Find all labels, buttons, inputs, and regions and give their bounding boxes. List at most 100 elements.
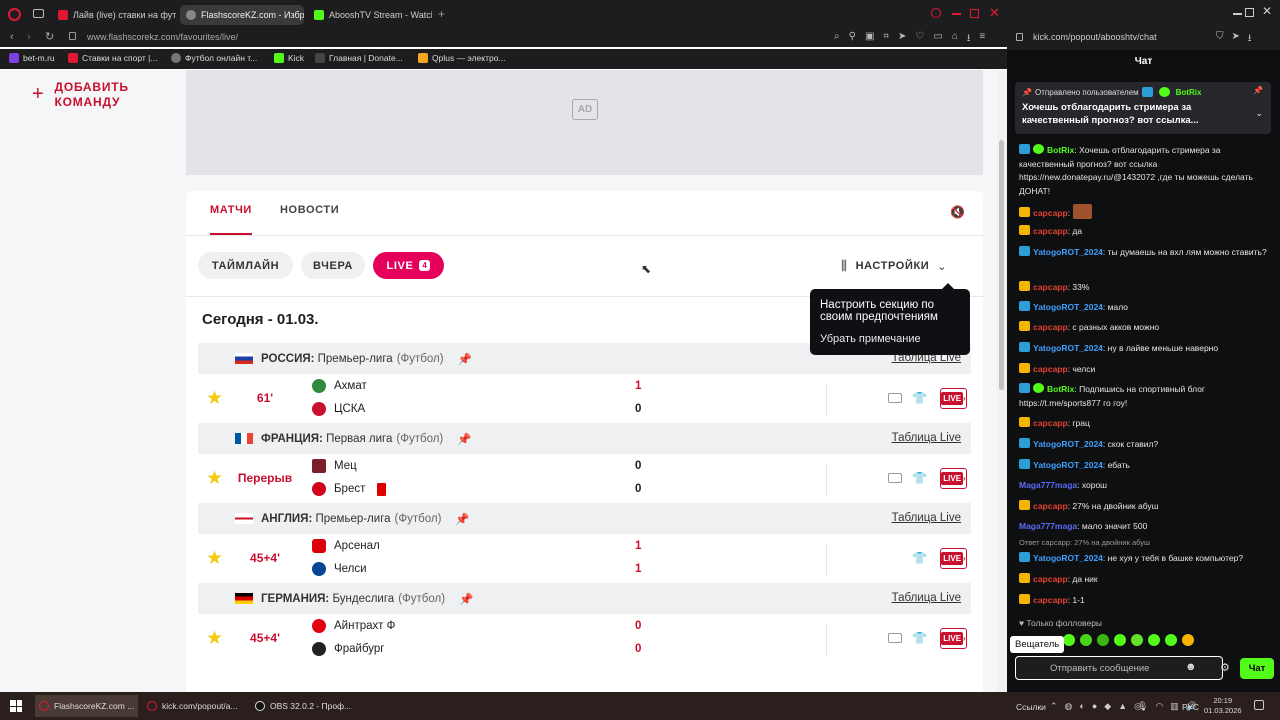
bookmark-qplus[interactable]: Qplus — электро...	[418, 53, 506, 63]
tab-islands-icon[interactable]	[33, 9, 44, 18]
tray-icon[interactable]: ◆	[1104, 701, 1111, 712]
tray-icon[interactable]: ◍	[1065, 701, 1073, 712]
lineup-shirt-icon[interactable]: 👕	[912, 631, 927, 645]
live-stream-button[interactable]: LIVE ›	[940, 628, 967, 649]
chat-username[interactable]: сарсарр	[1033, 595, 1068, 605]
tray-icon[interactable]: ◐	[1079, 701, 1084, 712]
mic-icon[interactable]: 🎙	[1137, 701, 1148, 712]
chat-username[interactable]: YatogoROT_2024	[1033, 460, 1103, 470]
new-tab-icon[interactable]: +	[438, 7, 445, 21]
chat-username[interactable]: Maga777maga	[1019, 480, 1077, 490]
emote-icon[interactable]	[1063, 634, 1075, 646]
chat-username[interactable]: YatogoROT_2024	[1033, 553, 1103, 563]
bookmark-kick[interactable]: Kick	[274, 53, 304, 63]
tooltip-dismiss-link[interactable]: Убрать примечание	[820, 333, 921, 345]
back-icon[interactable]: ‹	[10, 31, 14, 43]
sound-muted-icon[interactable]: 🔇	[950, 205, 965, 219]
tab-news[interactable]: НОВОСТИ	[280, 204, 339, 216]
bookmark-bets[interactable]: Ставки на спорт |...	[68, 53, 157, 63]
chevron-down-icon[interactable]: ⌄	[1255, 108, 1263, 119]
lineup-shirt-icon[interactable]: 👕	[912, 471, 927, 485]
notifications-icon[interactable]	[1254, 700, 1264, 710]
filter-yesterday[interactable]: ВЧЕРА	[301, 252, 365, 279]
tab-abooshtv[interactable]: AbooshTV Stream - Watch	[308, 5, 432, 25]
pin-icon[interactable]: 📌	[459, 592, 473, 606]
chat-username[interactable]: сарсарр	[1033, 574, 1068, 584]
table-live-link[interactable]: Таблица Live	[892, 512, 961, 524]
star-icon[interactable]: ★	[206, 469, 223, 488]
minimize-icon[interactable]	[1233, 13, 1242, 15]
tv-icon[interactable]	[888, 633, 902, 643]
account-icon[interactable]: ⌂	[952, 31, 958, 48]
chat-username[interactable]: сарсарр	[1033, 322, 1068, 332]
taskbar-flashscore[interactable]: FlashscoreKZ.com ...	[35, 695, 138, 717]
opera-logo-icon[interactable]	[8, 8, 21, 21]
pin-icon[interactable]: ⚲	[849, 31, 856, 48]
taskbar-kick[interactable]: kick.com/popout/a...	[143, 695, 246, 717]
chat-username[interactable]: сарсарр	[1033, 282, 1068, 292]
chat-username[interactable]: BotRix	[1047, 145, 1074, 155]
url-field[interactable]: www.flashscorekz.com/favourites/live/	[87, 32, 238, 42]
pin-icon[interactable]: 📌	[455, 512, 469, 526]
table-live-link[interactable]: Таблица Live	[892, 592, 961, 604]
scrollbar-thumb[interactable]	[999, 140, 1004, 390]
language-indicator[interactable]: РУС	[1182, 702, 1199, 712]
heart-icon[interactable]: ♡	[915, 31, 924, 48]
chat-username[interactable]: сарсарр	[1033, 364, 1068, 374]
emote-icon[interactable]	[1182, 634, 1194, 646]
emote-icon[interactable]	[1165, 634, 1177, 646]
download-icon[interactable]: ⭳	[967, 31, 971, 48]
send-icon[interactable]: ➤	[1232, 31, 1240, 48]
maximize-icon[interactable]	[970, 9, 979, 18]
close-icon[interactable]: ✕	[1262, 4, 1272, 18]
chat-username[interactable]: сарсарр	[1033, 226, 1068, 236]
chat-username[interactable]: сарсарр	[1033, 418, 1068, 428]
pin-outline-icon[interactable]: 📌	[458, 352, 472, 366]
lineup-shirt-icon[interactable]: 👕	[912, 551, 927, 565]
pin-icon[interactable]: 📌	[457, 432, 471, 446]
pinned-message[interactable]: 📌 Отправлено пользователем BotRix Хочешь…	[1015, 82, 1271, 134]
emote-icon[interactable]	[1080, 634, 1092, 646]
chat-username[interactable]: YatogoROT_2024	[1033, 247, 1103, 257]
forward-icon[interactable]: ›	[27, 31, 31, 43]
tv-icon[interactable]	[888, 393, 902, 403]
tab-flashscore[interactable]: FlashscoreKZ.com - Избр	[180, 5, 304, 25]
league-header-germany[interactable]: ГЕРМАНИЯ: Бундеслига (Футбол) 📌 Таблица L…	[198, 583, 971, 614]
bookmark-bet-m[interactable]: bet-m.ru	[9, 53, 55, 63]
match-row[interactable]: ★ 45+4' Арсенал Челси 1 1 👕 LIVE ›	[198, 535, 971, 584]
chat-username[interactable]: BotRix	[1047, 384, 1074, 394]
chat-username[interactable]: YatogoROT_2024	[1033, 439, 1103, 449]
live-stream-button[interactable]: LIVE ›	[940, 468, 967, 489]
live-stream-button[interactable]: LIVE ›	[940, 388, 967, 409]
chat-send-button[interactable]: Чат	[1240, 658, 1274, 679]
chat-url-field[interactable]: kick.com/popout/abooshtv/chat	[1033, 32, 1157, 42]
tray-icon[interactable]: ▲	[1118, 701, 1127, 712]
chat-username[interactable]: YatogoROT_2024	[1033, 302, 1103, 312]
emoji-icon[interactable]: ☻	[1185, 661, 1197, 673]
settings-button[interactable]: ⫼ НАСТРОЙКИ ⌄	[841, 258, 947, 274]
shield-icon[interactable]: ⛉	[1216, 31, 1224, 48]
tab-live-bets[interactable]: Лайв (live) ставки на фут	[52, 5, 176, 25]
wallet-icon[interactable]: ▭	[933, 31, 942, 48]
clock[interactable]: 20:19 01.03.2026	[1204, 696, 1242, 716]
filter-live[interactable]: LIVE 4	[373, 252, 444, 279]
minimize-icon[interactable]	[952, 13, 961, 15]
tray-icon[interactable]: ⌃	[1050, 701, 1058, 712]
taskbar-obs[interactable]: OBS 32.0.2 - Проф...	[251, 695, 354, 717]
filter-timeline[interactable]: ТАЙМЛАЙН	[198, 252, 293, 279]
lineup-shirt-icon[interactable]: 👕	[912, 391, 927, 405]
snapshot-icon[interactable]: ▣	[865, 31, 874, 48]
live-stream-button[interactable]: LIVE ›	[940, 548, 967, 569]
chat-username[interactable]: сарсарр	[1033, 501, 1068, 511]
star-icon[interactable]: ★	[206, 389, 223, 408]
league-header-france[interactable]: ФРАНЦИЯ: Первая лига (Футбол) 📌 Таблица L…	[198, 423, 971, 454]
match-row[interactable]: ★ Перерыв Мец Брест 0 0 👕 LIVE ›	[198, 455, 971, 504]
chat-username[interactable]: сарсарр	[1033, 208, 1068, 218]
page-scrollbar[interactable]	[997, 70, 1007, 692]
bookmark-football[interactable]: Футбол онлайн т...	[171, 53, 257, 63]
add-team-link[interactable]: + ДОБАВИТЬ КОМАНДУ	[32, 80, 134, 110]
league-header-england[interactable]: АНГЛИЯ: Премьер-лига (Футбол) 📌 Таблица L…	[198, 503, 971, 534]
bookmark-donate[interactable]: Главная | Donate...	[315, 53, 403, 63]
emote-icon[interactable]	[1114, 634, 1126, 646]
unpin-icon[interactable]: 📌	[1253, 86, 1263, 95]
